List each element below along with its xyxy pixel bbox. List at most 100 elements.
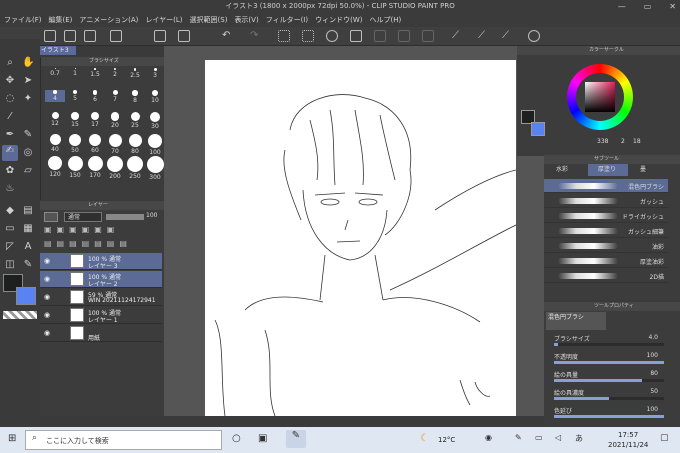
assist-icon[interactable] [528, 30, 540, 42]
property-row[interactable]: 絵の具濃度 50 [554, 388, 674, 404]
brush-size-option[interactable]: 120 [45, 156, 65, 178]
menu-animation[interactable]: アニメーション(A) [79, 15, 138, 25]
brush-size-option[interactable]: 150 [65, 156, 85, 179]
brush-size-option[interactable]: 200 [105, 156, 125, 180]
ruler-tool-icon[interactable]: ◸ [4, 241, 16, 253]
fill-bucket-icon[interactable]: ◆ [4, 205, 16, 217]
people-icon[interactable]: ◉ [485, 433, 492, 442]
property-slider[interactable] [554, 397, 664, 400]
tab-watercolor[interactable]: 水彩 [546, 164, 586, 176]
visibility-eye-icon[interactable]: ◉ [44, 257, 52, 265]
menu-edit[interactable]: 編集(E) [49, 15, 73, 25]
open-file-icon[interactable] [64, 30, 76, 42]
flip-icon[interactable] [398, 30, 410, 42]
brush-size-option[interactable]: 100 [145, 134, 165, 156]
menu-layer[interactable]: レイヤー(L) [145, 15, 182, 25]
layer-row[interactable]: ◉ 100 % 通常 レイヤー 1 [40, 307, 162, 324]
save-icon[interactable] [84, 30, 96, 42]
brush-size-option[interactable]: 1 [65, 68, 85, 77]
brush-size-option[interactable]: 20 [105, 112, 125, 129]
select-icon[interactable] [278, 30, 290, 42]
deselect-icon[interactable] [302, 30, 314, 42]
property-slider[interactable] [554, 361, 664, 364]
subtool-item[interactable]: 混色円ブラシ [544, 179, 668, 193]
tab-thick-paint[interactable]: 厚塗り [588, 164, 628, 176]
property-slider[interactable] [554, 379, 664, 382]
visibility-eye-icon[interactable]: ◉ [44, 329, 52, 337]
move-icon[interactable]: ✥ [4, 75, 16, 87]
clip-studio-taskbar-icon[interactable]: ✎ [286, 430, 306, 448]
menu-filter[interactable]: フィルター(I) [266, 15, 308, 25]
minimize-button[interactable]: — [618, 2, 626, 11]
brush-size-option[interactable]: 60 [85, 134, 105, 154]
layer-new-icon[interactable] [178, 30, 190, 42]
fill-icon[interactable] [326, 30, 338, 42]
menu-selection[interactable]: 選択範囲(S) [190, 15, 228, 25]
brush-size-option[interactable]: 25 [125, 112, 145, 129]
brush-size-option[interactable]: 50 [65, 134, 85, 154]
brush-size-option[interactable]: 15 [65, 112, 85, 128]
menu-window[interactable]: ウィンドウ(W) [315, 15, 362, 25]
subtool-item[interactable]: 厚塗油彩 [544, 254, 668, 268]
brush-size-option[interactable]: 4 [45, 90, 65, 102]
brush-size-option[interactable]: 10 [145, 90, 165, 104]
brush-size-option[interactable]: 5 [65, 90, 85, 102]
brush-size-option[interactable]: 3 [145, 68, 165, 79]
layer-row[interactable]: ◉ 59 % 通常 WIN 20211124172941 [40, 289, 162, 306]
balloon-icon[interactable]: ◫ [4, 259, 16, 271]
layer-row[interactable]: ◉ 100 % 通常 レイヤー 2 [40, 271, 162, 288]
correct-line-icon[interactable]: ✎ [22, 259, 34, 271]
brush-icon[interactable]: ✍ [2, 145, 18, 161]
menu-help[interactable]: ヘルプ(H) [369, 15, 401, 25]
restore-button[interactable]: ▭ [644, 2, 652, 11]
tab-ink[interactable]: 墨 [630, 164, 670, 176]
airbrush-icon[interactable]: ◎ [22, 147, 34, 159]
blend-mode-select[interactable]: 通常 [64, 212, 102, 222]
taskbar-search[interactable]: ⌕ ここに入力して検索 [25, 430, 222, 450]
task-view-icon[interactable]: ○ [232, 433, 241, 444]
hand-icon[interactable]: ✋ [22, 57, 34, 69]
frame-icon[interactable]: ▦ [22, 223, 34, 235]
close-button[interactable]: ✕ [669, 2, 676, 11]
brush-size-option[interactable]: 0.7 [45, 68, 65, 77]
wand-icon[interactable]: ✦ [22, 93, 34, 105]
export-icon[interactable] [154, 30, 166, 42]
pen-pressure-icon[interactable]: ⟋ [478, 30, 490, 42]
ime-icon[interactable]: あ [575, 433, 583, 444]
subtool-item[interactable]: 油彩 [544, 239, 668, 253]
property-row[interactable]: ブラシサイズ 4.0 [554, 334, 674, 350]
pen-workspace-icon[interactable]: ✎ [515, 433, 522, 442]
document-tab[interactable]: イラスト3 [38, 46, 76, 55]
eyedropper-icon[interactable]: ⁄ [4, 111, 16, 123]
subtool-item[interactable]: ガッシュ [544, 194, 668, 208]
lasso-icon[interactable]: ◌ [4, 93, 16, 105]
layer-color-dropdown[interactable] [44, 212, 58, 222]
brush-size-option[interactable]: 2.5 [125, 68, 145, 79]
property-slider[interactable] [554, 415, 664, 418]
settings-icon[interactable] [110, 30, 122, 42]
text-icon[interactable]: A [22, 241, 34, 253]
transparent-color-swatch[interactable] [3, 311, 37, 319]
brush-size-option[interactable]: 80 [125, 134, 145, 155]
visibility-eye-icon[interactable]: ◉ [44, 275, 52, 283]
visibility-eye-icon[interactable]: ◉ [44, 293, 52, 301]
brush-size-option[interactable]: 70 [105, 134, 125, 155]
sub-color-chip[interactable] [531, 122, 545, 136]
decoration-icon[interactable]: ✿ [4, 165, 16, 177]
layer-row[interactable]: ◉ 100 % 通常 レイヤー 3 [40, 253, 162, 270]
menu-view[interactable]: 表示(V) [234, 15, 258, 25]
property-row[interactable]: 絵の具量 80 [554, 370, 674, 386]
subtool-item[interactable]: ガッシュ細筆 [544, 224, 668, 238]
layer-row[interactable]: ◉ 用紙 [40, 325, 162, 342]
brush-size-option[interactable]: 40 [45, 134, 65, 153]
notification-icon[interactable]: ▢ [660, 433, 669, 443]
subtool-item[interactable]: ドライガッシュ [544, 209, 668, 223]
visibility-eye-icon[interactable]: ◉ [44, 311, 52, 319]
volume-icon[interactable]: ◁ [555, 433, 561, 442]
task-view-windows-icon[interactable]: ▣ [258, 433, 267, 444]
pencil-icon[interactable]: ✎ [22, 129, 34, 141]
subtool-item[interactable]: 2D描 [544, 269, 668, 283]
brush-size-option[interactable]: 250 [125, 156, 145, 180]
gradient-icon[interactable]: ▤ [22, 205, 34, 217]
ruler-icon[interactable]: ⟋ [452, 30, 464, 42]
